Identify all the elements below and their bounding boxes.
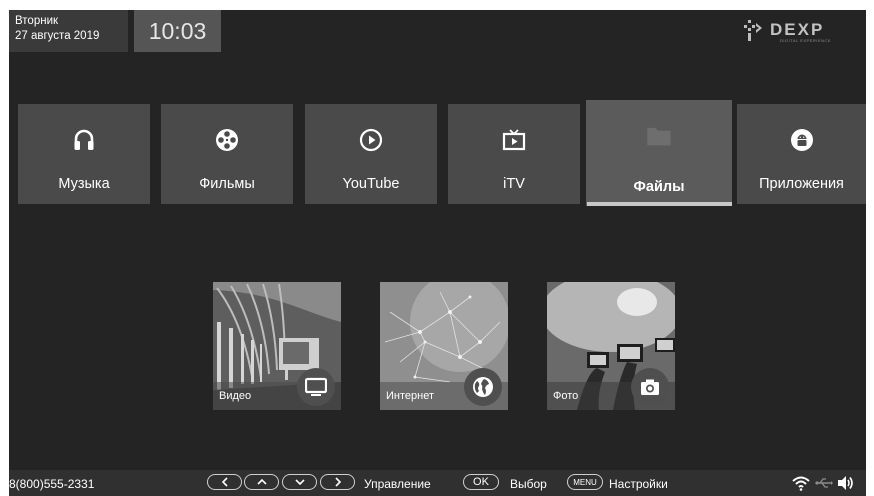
card-badge (631, 368, 669, 406)
tv-home-screen: Вторник 27 августа 2019 10:03 DEXP DIGIT… (9, 10, 866, 496)
globe-icon (473, 377, 493, 397)
menu-key-label: MENU (573, 478, 597, 487)
menu-key: MENU (567, 474, 603, 490)
date-label: 27 августа 2019 (15, 30, 100, 42)
film-reel-icon (216, 129, 238, 151)
card-video[interactable]: Видео (213, 282, 341, 410)
headphones-icon (74, 129, 94, 150)
bottom-hint-bar: 8(800)555-2331 Управление OK Выбор MENU … (9, 470, 866, 496)
menu-tile-label: YouTube (342, 176, 400, 192)
menu-tile-itv[interactable]: iTV (448, 104, 580, 204)
dexp-logo-icon: DEXP DIGITAL EXPERIENCE (744, 20, 831, 43)
play-circle-icon (359, 128, 383, 152)
card-label: Фото (553, 390, 579, 402)
nav-right-key (320, 474, 355, 490)
menu-tile-apps[interactable]: Приложения (737, 104, 866, 204)
menu-tile-files[interactable]: Файлы (586, 100, 732, 206)
card-photo[interactable]: Фото (547, 282, 675, 410)
nav-up-key (244, 474, 279, 490)
ok-key: OK (463, 474, 499, 490)
volume-icon (838, 476, 853, 490)
menu-tile-label: Приложения (759, 176, 844, 192)
ok-hint-label: Выбор (510, 477, 547, 491)
brand-logo: DEXP DIGITAL EXPERIENCE (742, 17, 852, 45)
card-label: Интернет (386, 390, 434, 402)
wifi-icon (792, 476, 810, 491)
camera-icon (641, 379, 659, 395)
monitor-icon (305, 377, 327, 396)
folder-icon (647, 127, 671, 146)
weekday-label: Вторник (15, 15, 59, 27)
card-label: Видео (219, 390, 252, 402)
menu-hint-label: Настройки (609, 477, 668, 491)
clock: 10:03 (134, 10, 221, 52)
arrow-right-icon (334, 477, 341, 487)
arrow-left-icon (221, 477, 228, 487)
card-internet[interactable]: Интернет (380, 282, 508, 410)
menu-tile-label: Фильмы (199, 176, 255, 192)
date-panel: Вторник 27 августа 2019 (9, 10, 128, 52)
nav-down-key (282, 474, 317, 490)
menu-tile-label: Файлы (633, 179, 685, 195)
usb-icon (815, 478, 833, 488)
nav-hint-label: Управление (364, 477, 431, 491)
nav-left-key (207, 474, 242, 490)
card-badge (464, 368, 502, 406)
logo-tagline: DIGITAL EXPERIENCE (780, 38, 831, 43)
menu-tile-label: Музыка (58, 176, 110, 192)
menu-tile-music[interactable]: Музыка (18, 104, 150, 204)
support-phone: 8(800)555-2331 (9, 477, 95, 491)
menu-tile-label: iTV (503, 176, 525, 192)
arrow-down-icon (294, 479, 305, 486)
menu-tile-youtube[interactable]: YouTube (305, 104, 437, 204)
ok-key-label: OK (473, 476, 489, 488)
selection-underline (587, 202, 732, 206)
tv-icon (502, 129, 526, 151)
logo-text: DEXP (770, 20, 824, 39)
android-icon (790, 129, 813, 151)
arrow-up-icon (256, 478, 267, 485)
card-badge (297, 368, 335, 406)
menu-tile-movies[interactable]: Фильмы (161, 104, 293, 204)
